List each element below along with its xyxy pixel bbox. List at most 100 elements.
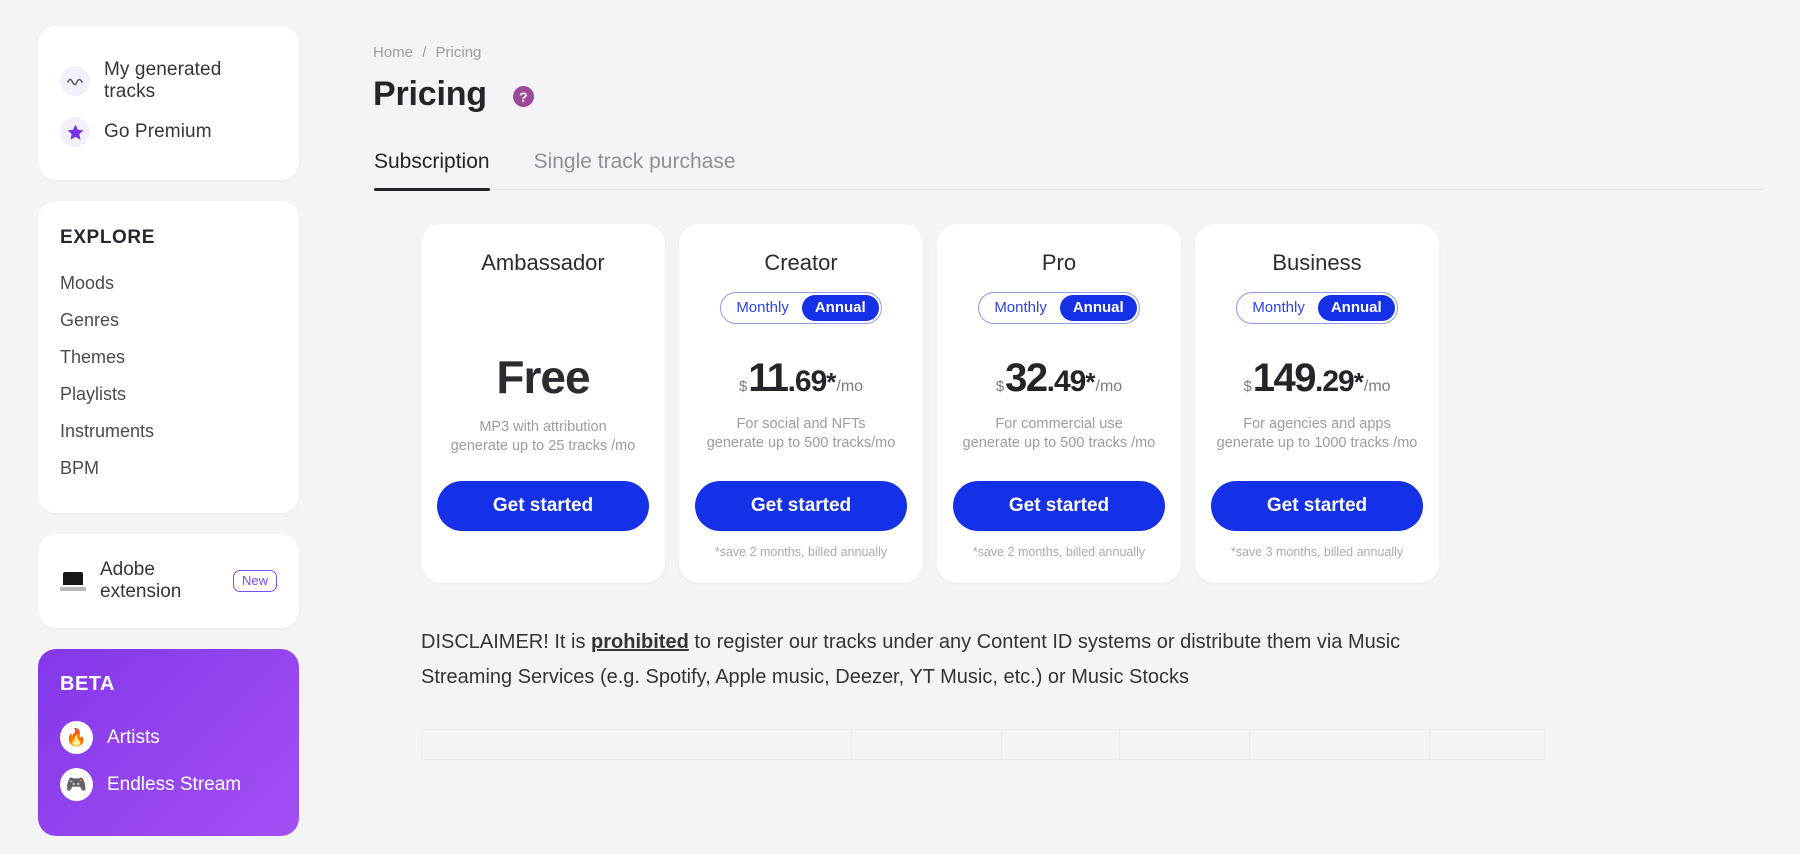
toggle-option-annual[interactable]: Annual xyxy=(1060,295,1137,321)
sidebar-item-label: Go Premium xyxy=(104,121,212,143)
toggle-option-annual[interactable]: Annual xyxy=(802,295,879,321)
price-decimal: .69 xyxy=(788,365,827,399)
price-asterisk: * xyxy=(1354,367,1364,398)
billing-period-toggle: Monthly Annual xyxy=(720,292,881,324)
plan-price: $ 32 .49 * /mo xyxy=(996,356,1122,401)
plan-card-pro: Pro Monthly Annual $ 32 .49 * /mo For co… xyxy=(937,224,1181,583)
beta-heading: BETA xyxy=(60,673,277,696)
plan-description: For social and NFTs generate up to 500 t… xyxy=(707,415,896,452)
beta-item-label: Endless Stream xyxy=(107,774,241,796)
price-asterisk: * xyxy=(826,367,836,398)
sidebar-beta-card: BETA 🔥 Artists 🎮 Endless Stream xyxy=(38,649,299,836)
table-row xyxy=(422,730,1545,760)
price-currency: $ xyxy=(1243,378,1251,395)
laptop-icon xyxy=(60,572,86,591)
sidebar-item-instruments[interactable]: Instruments xyxy=(38,413,299,450)
sidebar-item-genres[interactable]: Genres xyxy=(38,302,299,339)
sidebar-item-endless-stream[interactable]: 🎮 Endless Stream xyxy=(60,761,277,808)
fire-icon: 🔥 xyxy=(60,721,93,754)
table-cell xyxy=(1430,730,1545,760)
get-started-button[interactable]: Get started xyxy=(695,481,907,531)
sidebar-item-adobe-extension[interactable]: Adobe extension New xyxy=(38,534,299,628)
sidebar-item-bpm[interactable]: BPM xyxy=(38,450,299,487)
features-table-preview xyxy=(373,729,1764,760)
sidebar-item-go-premium[interactable]: Go Premium xyxy=(38,110,299,154)
disclaimer-part1: DISCLAIMER! It is xyxy=(421,631,591,653)
price-asterisk: * xyxy=(1085,367,1095,398)
sidebar-item-moods[interactable]: Moods xyxy=(38,265,299,302)
plan-note: *save 3 months, billed annually xyxy=(1231,545,1403,561)
sidebar-item-label: My generated tracks xyxy=(104,59,277,103)
toggle-option-monthly[interactable]: Monthly xyxy=(981,295,1060,321)
plan-name: Pro xyxy=(1042,250,1076,276)
sidebar-item-my-generated-tracks[interactable]: My generated tracks xyxy=(38,52,299,110)
price-decimal: .49 xyxy=(1047,365,1086,399)
sidebar-top-card: My generated tracks Go Premium xyxy=(38,26,299,180)
explore-heading: EXPLORE xyxy=(38,227,299,265)
sidebar-item-playlists[interactable]: Playlists xyxy=(38,376,299,413)
waveform-icon xyxy=(60,66,90,96)
sidebar-item-artists[interactable]: 🔥 Artists xyxy=(60,714,277,761)
plan-card-business: Business Monthly Annual $ 149 .29 * /mo … xyxy=(1195,224,1439,583)
plan-price-free: Free xyxy=(496,350,589,404)
table-cell xyxy=(1120,730,1250,760)
get-started-button[interactable]: Get started xyxy=(437,481,649,531)
plan-desc-line2: generate up to 1000 tracks /mo xyxy=(1217,434,1418,453)
plan-desc-line1: For agencies and apps xyxy=(1217,415,1418,434)
disclaimer-text: DISCLAIMER! It is prohibited to register… xyxy=(373,625,1493,695)
disclaimer-emphasis: prohibited xyxy=(591,631,689,653)
table-cell xyxy=(1002,730,1120,760)
table-cell xyxy=(422,730,852,760)
plan-note: *save 2 months, billed annually xyxy=(715,545,887,561)
get-started-button[interactable]: Get started xyxy=(1211,481,1423,531)
plan-desc-line1: For social and NFTs xyxy=(707,415,896,434)
toggle-option-monthly[interactable]: Monthly xyxy=(723,295,802,321)
price-period: /mo xyxy=(1364,378,1391,396)
new-badge: New xyxy=(233,570,277,592)
tab-bar: Subscription Single track purchase xyxy=(373,150,1764,190)
plan-name: Creator xyxy=(764,250,837,276)
plan-description: MP3 with attribution generate up to 25 t… xyxy=(451,418,636,455)
billing-period-toggle: Monthly Annual xyxy=(978,292,1139,324)
plan-desc-line2: generate up to 25 tracks /mo xyxy=(451,437,636,456)
plan-desc-line1: MP3 with attribution xyxy=(451,418,636,437)
beta-item-label: Artists xyxy=(107,727,160,749)
features-table xyxy=(421,729,1545,760)
plan-description: For agencies and apps generate up to 100… xyxy=(1217,415,1418,452)
plan-price: Free xyxy=(496,350,589,404)
help-icon[interactable]: ? xyxy=(513,86,534,107)
adobe-extension-label: Adobe extension xyxy=(100,559,215,603)
page-header: Pricing ? xyxy=(373,75,1764,114)
sidebar-item-themes[interactable]: Themes xyxy=(38,339,299,376)
toggle-option-annual[interactable]: Annual xyxy=(1318,295,1395,321)
toggle-option-monthly[interactable]: Monthly xyxy=(1239,295,1318,321)
tab-single-track-purchase[interactable]: Single track purchase xyxy=(534,150,736,189)
breadcrumb-current: Pricing xyxy=(436,44,482,61)
plan-desc-line2: generate up to 500 tracks/mo xyxy=(707,434,896,453)
price-period: /mo xyxy=(836,378,863,396)
plan-desc-line1: For commercial use xyxy=(963,415,1156,434)
main-content: Home / Pricing Pricing ? Subscription Si… xyxy=(337,0,1800,854)
plan-card-creator: Creator Monthly Annual $ 11 .69 * /mo Fo… xyxy=(679,224,923,583)
plan-card-ambassador: Ambassador Free MP3 with attribution gen… xyxy=(421,224,665,583)
get-started-button[interactable]: Get started xyxy=(953,481,1165,531)
plan-name: Ambassador xyxy=(481,250,605,276)
app-root: My generated tracks Go Premium EXPLORE M… xyxy=(0,0,1800,854)
page-title: Pricing xyxy=(373,75,487,114)
breadcrumb-home[interactable]: Home xyxy=(373,44,413,61)
pricing-cards: Ambassador Free MP3 with attribution gen… xyxy=(373,224,1764,583)
plan-desc-line2: generate up to 500 tracks /mo xyxy=(963,434,1156,453)
plan-name: Business xyxy=(1272,250,1361,276)
tab-subscription[interactable]: Subscription xyxy=(374,150,490,189)
plan-description: For commercial use generate up to 500 tr… xyxy=(963,415,1156,452)
price-currency: $ xyxy=(739,378,747,395)
price-integer: 149 xyxy=(1253,356,1315,401)
breadcrumb: Home / Pricing xyxy=(373,44,1764,61)
price-integer: 11 xyxy=(748,356,787,401)
price-decimal: .29 xyxy=(1315,365,1354,399)
price-integer: 32 xyxy=(1005,356,1047,401)
table-cell xyxy=(1250,730,1430,760)
breadcrumb-separator: / xyxy=(422,44,426,61)
gamepad-icon: 🎮 xyxy=(60,768,93,801)
star-icon xyxy=(60,117,90,147)
